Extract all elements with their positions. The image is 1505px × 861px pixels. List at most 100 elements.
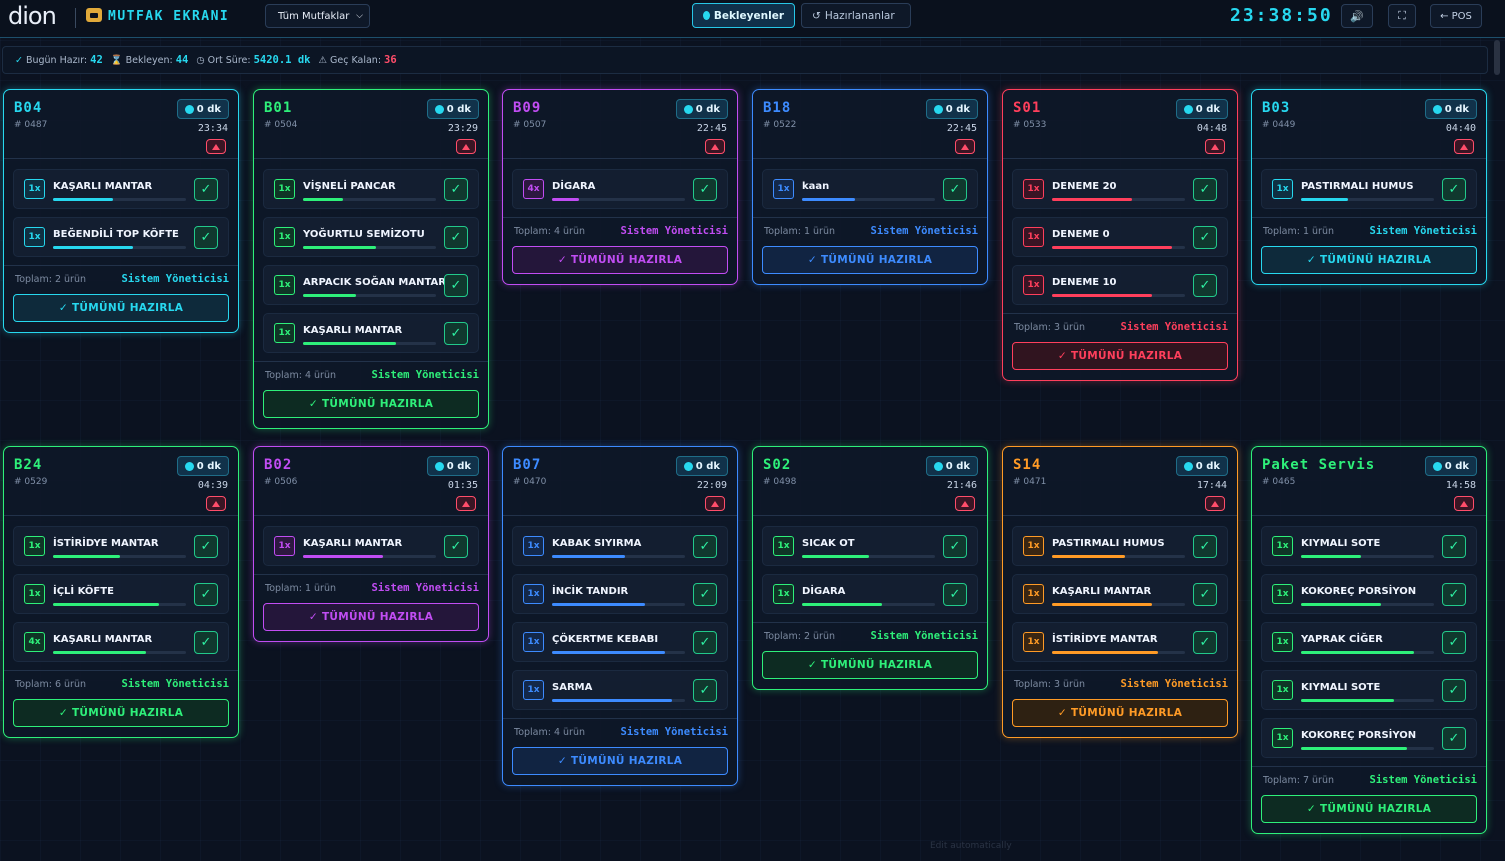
order-item: 4x DİGARA ✓ xyxy=(512,169,728,209)
item-ready-button[interactable]: ✓ xyxy=(693,583,717,606)
fullscreen-button[interactable]: ⛶ xyxy=(1388,4,1416,28)
alert-icon[interactable] xyxy=(206,496,226,511)
tab-pending[interactable]: Bekleyenler xyxy=(692,3,795,28)
prepare-all-button[interactable]: ✓ TÜMÜNÜ HAZIRLA xyxy=(263,390,479,418)
alert-icon[interactable] xyxy=(1205,496,1225,511)
item-name: BEĞENDİLİ TOP KÖFTE xyxy=(53,229,179,240)
order-card-footer: Toplam: 2 ürün Sistem Yöneticisi ✓ TÜMÜNÜ H… xyxy=(753,622,987,689)
order-card: B04 # 0487 0 dk 23:34 1x KAŞARLI MANTAR ✓ 1x BEĞ… xyxy=(3,89,239,333)
item-ready-button[interactable]: ✓ xyxy=(943,583,967,606)
kitchen-select[interactable]: Tüm Mutfaklar ⌵ xyxy=(265,4,370,28)
pos-button[interactable]: ← POS xyxy=(1430,4,1482,28)
order-card: B02 # 0506 0 dk 01:35 1x KAŞARLI MANTAR ✓ Topla… xyxy=(253,446,489,642)
prepare-all-button[interactable]: ✓ TÜMÜNÜ HAZIRLA xyxy=(1012,342,1228,370)
item-ready-button[interactable]: ✓ xyxy=(194,178,218,201)
alert-icon[interactable] xyxy=(456,496,476,511)
item-name: ARPACIK SOĞAN MANTAR xyxy=(303,277,446,288)
item-ready-button[interactable]: ✓ xyxy=(444,178,468,201)
order-owner: Sistem Yöneticisi xyxy=(121,678,229,690)
item-ready-button[interactable]: ✓ xyxy=(1193,631,1217,654)
prepare-all-label: TÜMÜNÜ HAZIRLA xyxy=(321,611,434,623)
order-owner: Sistem Yöneticisi xyxy=(620,726,728,738)
elapsed-badge: 0 dk xyxy=(1175,456,1228,476)
item-ready-button[interactable]: ✓ xyxy=(194,226,218,249)
clock-display: 23:38:50 xyxy=(1230,5,1333,26)
kitchen-icon xyxy=(86,8,102,22)
item-ready-button[interactable]: ✓ xyxy=(693,535,717,558)
item-ready-button[interactable]: ✓ xyxy=(444,226,468,249)
order-number: # 0533 xyxy=(1013,120,1047,130)
item-ready-button[interactable]: ✓ xyxy=(1442,631,1466,654)
item-ready-button[interactable]: ✓ xyxy=(444,274,468,297)
prepare-all-label: TÜMÜNÜ HAZIRLA xyxy=(321,398,434,410)
prepare-all-button[interactable]: ✓ TÜMÜNÜ HAZIRLA xyxy=(512,246,728,274)
tab-prepared[interactable]: ↺ Hazırlananlar xyxy=(801,3,911,28)
alert-icon[interactable] xyxy=(206,139,226,154)
scrollbar[interactable] xyxy=(1494,40,1500,75)
prepare-all-button[interactable]: ✓ TÜMÜNÜ HAZIRLA xyxy=(263,603,479,631)
alert-icon[interactable] xyxy=(1205,139,1225,154)
prepare-all-button[interactable]: ✓ TÜMÜNÜ HAZIRLA xyxy=(1261,795,1477,823)
check-icon: ✓ xyxy=(200,539,212,554)
item-ready-button[interactable]: ✓ xyxy=(444,535,468,558)
order-item: 1x DİGARA ✓ xyxy=(762,574,978,614)
stats-bar: ✓ Bugün Hazır: 42 ⌛ Bekleyen: 44 ◷ Ort S… xyxy=(2,46,1488,74)
alert-icon[interactable] xyxy=(456,139,476,154)
item-ready-button[interactable]: ✓ xyxy=(444,322,468,345)
order-total: Toplam: 3 ürün xyxy=(1014,322,1085,333)
item-quantity: 1x xyxy=(1272,680,1293,700)
alert-icon[interactable] xyxy=(955,496,975,511)
order-table-title: S02 xyxy=(763,457,792,473)
item-quantity: 1x xyxy=(1023,536,1044,556)
order-table-title: B03 xyxy=(1262,100,1291,116)
prepare-all-button[interactable]: ✓ TÜMÜNÜ HAZIRLA xyxy=(1261,246,1477,274)
order-item: 1x ÇÖKERTME KEBABI ✓ xyxy=(512,622,728,662)
check-icon: ✓ xyxy=(1448,587,1460,602)
order-total: Toplam: 3 ürün xyxy=(1014,679,1085,690)
item-ready-button[interactable]: ✓ xyxy=(943,535,967,558)
clock-icon xyxy=(933,104,943,114)
sound-button[interactable]: 🔊 xyxy=(1341,4,1373,28)
item-ready-button[interactable]: ✓ xyxy=(693,631,717,654)
item-ready-button[interactable]: ✓ xyxy=(1193,583,1217,606)
item-ready-button[interactable]: ✓ xyxy=(943,178,967,201)
item-ready-button[interactable]: ✓ xyxy=(1193,274,1217,297)
prepare-all-button[interactable]: ✓ TÜMÜNÜ HAZIRLA xyxy=(512,747,728,775)
item-ready-button[interactable]: ✓ xyxy=(693,679,717,702)
item-ready-button[interactable]: ✓ xyxy=(1442,727,1466,750)
item-progress-bar xyxy=(1301,699,1434,702)
item-ready-button[interactable]: ✓ xyxy=(1193,226,1217,249)
order-item: 1x KABAK SIYIRMA ✓ xyxy=(512,526,728,566)
prepare-all-button[interactable]: ✓ TÜMÜNÜ HAZIRLA xyxy=(762,651,978,679)
item-progress-bar xyxy=(552,198,685,201)
alert-icon[interactable] xyxy=(705,496,725,511)
alert-icon[interactable] xyxy=(1454,496,1474,511)
item-ready-button[interactable]: ✓ xyxy=(1442,679,1466,702)
order-card: B24 # 0529 0 dk 04:39 1x İSTİRİDYE MANTAR ✓ 1x İ… xyxy=(3,446,239,738)
item-ready-button[interactable]: ✓ xyxy=(1442,583,1466,606)
order-total: Toplam: 4 ürün xyxy=(514,727,585,738)
item-ready-button[interactable]: ✓ xyxy=(1193,535,1217,558)
elapsed-minutes: 0 dk xyxy=(196,103,221,115)
alert-icon[interactable] xyxy=(705,139,725,154)
item-ready-button[interactable]: ✓ xyxy=(194,631,218,654)
item-name: DENEME 10 xyxy=(1052,277,1117,288)
item-ready-button[interactable]: ✓ xyxy=(1442,535,1466,558)
elapsed-minutes: 0 dk xyxy=(1195,460,1220,472)
prepare-all-button[interactable]: ✓ TÜMÜNÜ HAZIRLA xyxy=(13,294,229,322)
item-progress-fill xyxy=(1052,555,1126,558)
item-ready-button[interactable]: ✓ xyxy=(693,178,717,201)
prepare-all-button[interactable]: ✓ TÜMÜNÜ HAZIRLA xyxy=(13,699,229,727)
order-item: 1x İSTİRİDYE MANTAR ✓ xyxy=(1012,622,1228,662)
order-card: B18 # 0522 0 dk 22:45 1x kaan ✓ Toplam: 1 ürün S… xyxy=(752,89,988,285)
prepare-all-button[interactable]: ✓ TÜMÜNÜ HAZIRLA xyxy=(1012,699,1228,727)
item-progress-bar xyxy=(303,198,436,201)
order-items: 4x DİGARA ✓ xyxy=(503,159,737,209)
item-ready-button[interactable]: ✓ xyxy=(194,583,218,606)
item-ready-button[interactable]: ✓ xyxy=(1442,178,1466,201)
alert-icon[interactable] xyxy=(955,139,975,154)
item-ready-button[interactable]: ✓ xyxy=(194,535,218,558)
item-ready-button[interactable]: ✓ xyxy=(1193,178,1217,201)
alert-icon[interactable] xyxy=(1454,139,1474,154)
prepare-all-button[interactable]: ✓ TÜMÜNÜ HAZIRLA xyxy=(762,246,978,274)
